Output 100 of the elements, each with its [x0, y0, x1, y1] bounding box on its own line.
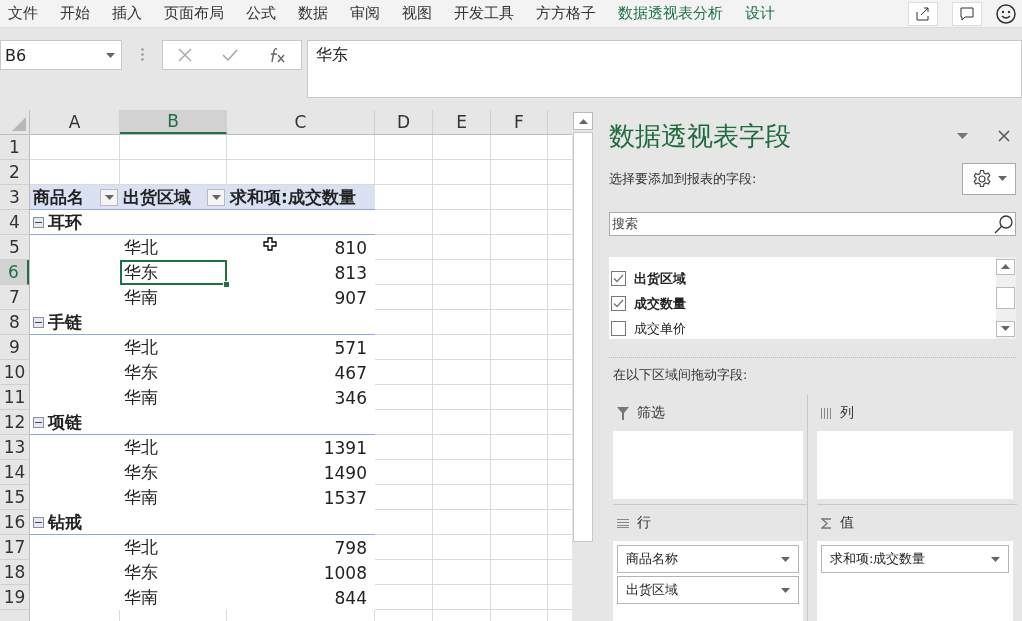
scrollbar-thumb[interactable] [996, 286, 1015, 309]
table-cell-text: 798 [333, 536, 368, 560]
table-cell: 华东 [120, 260, 227, 285]
column-header[interactable]: D [375, 110, 433, 134]
caret-icon [104, 195, 114, 200]
scrollbar-thumb[interactable] [573, 132, 593, 542]
area-field-dropdown[interactable]: 求和项:成交数量 [821, 545, 1009, 573]
row-header[interactable]: 8 [0, 310, 29, 335]
ribbon-tab[interactable]: 方方格子 [536, 4, 596, 23]
comment-icon [960, 6, 974, 21]
row-header[interactable]: 19 [0, 585, 29, 610]
table-cell-text: 华南 [123, 586, 159, 609]
ribbon-tab[interactable]: 设计 [745, 4, 775, 23]
column-header[interactable]: F [491, 110, 548, 134]
column-header[interactable]: E [433, 110, 491, 134]
name-box[interactable]: B6 [0, 40, 122, 70]
group-cell: 项链 [30, 410, 375, 435]
collapse-button[interactable] [33, 516, 44, 528]
settings-button[interactable] [962, 162, 1016, 195]
table-cell-text: 571 [333, 336, 368, 360]
search-field[interactable]: 搜索 [609, 211, 1016, 236]
area-field-dropdown[interactable]: 商品名称 [617, 545, 799, 573]
caret-icon [781, 556, 790, 562]
row-header[interactable]: 13 [0, 435, 29, 460]
row-header[interactable]: 3 [0, 185, 29, 210]
drag-hint: 在以下区域间拖动字段: [613, 366, 748, 382]
field-label: 成交数量 [634, 294, 686, 313]
drop-area[interactable]: 商品名称 出货区域 [613, 541, 803, 621]
triangle-icon [12, 117, 26, 131]
check-icon [613, 299, 624, 309]
ribbon-tab[interactable]: 数据 [298, 4, 328, 23]
column-header[interactable]: B [120, 110, 227, 134]
row-header[interactable]: 9 [0, 335, 29, 360]
ribbon-tab[interactable]: 文件 [8, 4, 38, 23]
search-icon[interactable] [994, 213, 1014, 234]
table-cell-text: 844 [333, 586, 368, 610]
ribbon-tab[interactable]: 页面布局 [164, 4, 224, 23]
area-field-dropdown[interactable]: 出货区域 [617, 576, 799, 604]
share-button[interactable] [908, 1, 938, 26]
caret-icon[interactable] [957, 133, 968, 140]
row-header[interactable]: 6 [0, 260, 29, 285]
row-header[interactable]: 10 [0, 360, 29, 385]
collapse-button[interactable] [33, 216, 44, 228]
field-checkbox[interactable] [611, 296, 626, 312]
check-icon [613, 274, 624, 284]
smiley-icon[interactable] [996, 3, 1016, 24]
table-cell-text: 华北 [123, 236, 159, 259]
pane-title: 数据透视表字段 [609, 119, 791, 153]
area-label: 行 [637, 514, 651, 532]
row-header[interactable]: 4 [0, 210, 29, 235]
ribbon-tab[interactable]: 视图 [402, 4, 432, 23]
table-cell-text: 华东 [123, 461, 159, 484]
filter-dropdown-button[interactable] [207, 189, 225, 206]
ribbon-tab[interactable]: 数据透视表分析 [618, 4, 723, 23]
ribbon-tab[interactable]: 审阅 [350, 4, 380, 23]
pivot-header-cell: 求和项:成交数量 [227, 185, 375, 210]
ribbon-tab[interactable]: 开始 [60, 4, 90, 23]
row-header[interactable]: 15 [0, 485, 29, 510]
row-header[interactable]: 14 [0, 460, 29, 485]
group-cell: 手链 [30, 310, 375, 335]
row-header[interactable]: 18 [0, 560, 29, 585]
row-header[interactable]: 2 [0, 160, 29, 185]
table-cell-text: 华东 [123, 561, 159, 584]
collapse-button[interactable] [33, 416, 44, 428]
table-cell-text: 346 [333, 386, 368, 410]
table-cell-text: 华东 [123, 361, 159, 384]
caret-icon [991, 556, 1000, 562]
field-checkbox[interactable] [611, 321, 626, 337]
sigma-icon [821, 517, 832, 529]
row-header[interactable]: 12 [0, 410, 29, 435]
row-header[interactable]: 7 [0, 285, 29, 310]
pivot-header-cell: 出货区域 [120, 185, 227, 210]
table-cell-text: 1537 [322, 486, 368, 510]
caret-icon [781, 587, 790, 593]
scroll-up-button[interactable] [573, 112, 593, 130]
scroll-down-button[interactable] [996, 320, 1015, 337]
field-label: 出货区域 [634, 269, 686, 288]
filter-dropdown-button[interactable] [100, 189, 118, 206]
row-header[interactable]: 17 [0, 535, 29, 560]
scroll-up-button[interactable] [996, 258, 1015, 275]
up-arrow-icon [1001, 264, 1010, 270]
column-header[interactable]: C [227, 110, 375, 134]
drop-area[interactable]: 求和项:成交数量 [817, 541, 1013, 621]
row-header[interactable]: 1 [0, 135, 29, 160]
formula-field[interactable]: 华东 [307, 40, 1022, 98]
pane-subtitle: 选择要添加到报表的字段: [609, 169, 757, 188]
row-header[interactable]: 11 [0, 385, 29, 410]
collapse-button[interactable] [33, 316, 44, 328]
check-icon[interactable] [222, 49, 238, 61]
table-cell-text: 华南 [123, 286, 159, 309]
field-checkbox[interactable] [611, 271, 626, 287]
row-header[interactable]: 16 [0, 510, 29, 535]
function-icon[interactable] [268, 47, 286, 63]
drag-handle-icon [140, 48, 144, 61]
comment-button[interactable] [952, 1, 982, 26]
ribbon-tab[interactable]: 插入 [112, 4, 142, 23]
table-cell-text: 华南 [123, 386, 159, 409]
ribbon-tab[interactable]: 公式 [246, 4, 276, 23]
ribbon-tab[interactable]: 开发工具 [454, 4, 514, 23]
close-icon[interactable] [998, 130, 1010, 143]
